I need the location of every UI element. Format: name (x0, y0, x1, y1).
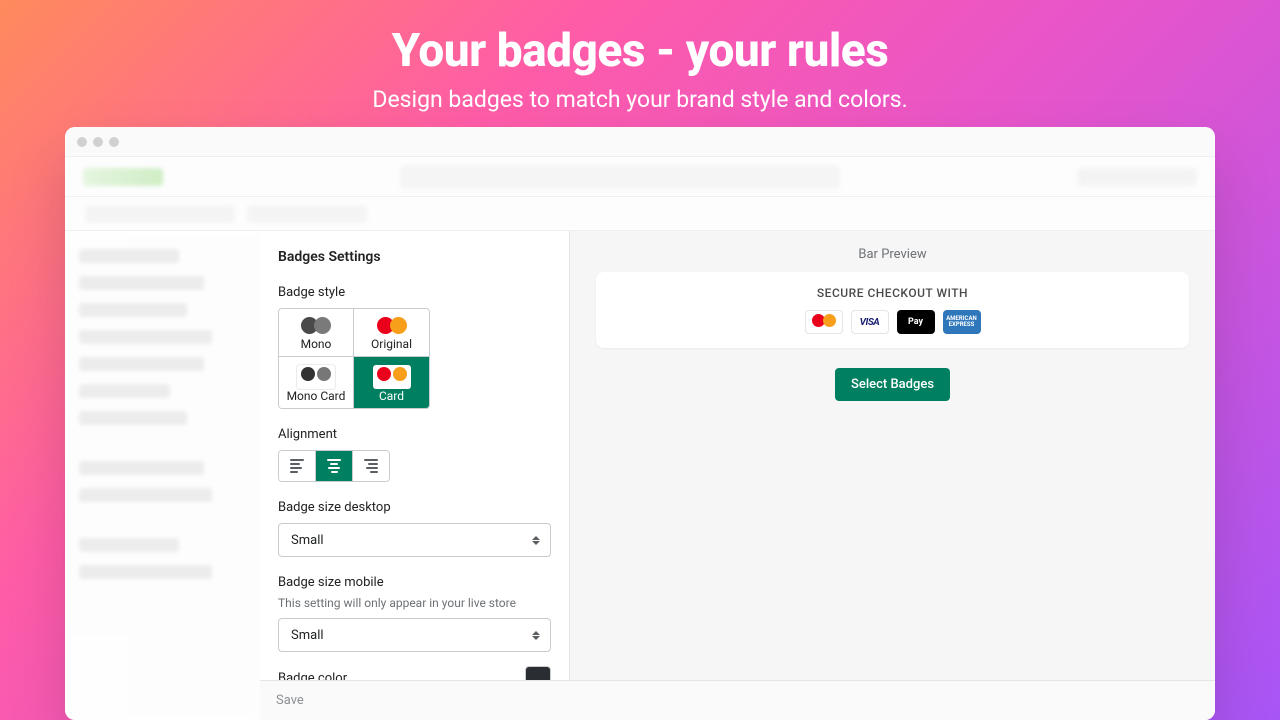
user-menu[interactable] (1077, 168, 1197, 186)
shop-logo (83, 168, 163, 186)
size-desktop-label: Badge size desktop (278, 500, 551, 515)
preview-label: Bar Preview (858, 247, 926, 262)
app-body: Badges Settings Badge style Mono Origina… (65, 231, 1215, 720)
style-option-original[interactable]: Original (354, 309, 429, 357)
align-right-button[interactable] (353, 451, 389, 481)
window-titlebar (65, 127, 1215, 157)
bottom-bar: Save (260, 680, 1215, 720)
settings-heading: Badges Settings (278, 249, 551, 265)
align-center-icon (327, 459, 341, 473)
preview-area: Bar Preview SECURE CHECKOUT WITH VISA Pa… (570, 231, 1215, 720)
admin-sidebar (65, 231, 260, 720)
window-zoom-icon[interactable] (109, 137, 119, 147)
style-label: Original (371, 337, 412, 351)
align-right-icon (364, 459, 378, 473)
align-center-button[interactable] (316, 451, 353, 481)
select-badges-button[interactable]: Select Badges (835, 368, 950, 401)
style-option-mono-card[interactable]: Mono Card (279, 357, 354, 408)
size-mobile-help: This setting will only appear in your li… (278, 596, 551, 610)
admin-topbar (65, 157, 1215, 197)
breadcrumb (247, 205, 367, 223)
style-label: Card (379, 389, 404, 403)
style-option-mono[interactable]: Mono (279, 309, 354, 357)
hero-header: Your badges - your rules Design badges t… (372, 0, 907, 127)
badge-row: VISA Pay AMERICAN EXPRESS (805, 310, 981, 334)
apple-pay-badge: Pay (897, 310, 935, 334)
search-input[interactable] (400, 165, 840, 189)
align-left-button[interactable] (279, 451, 316, 481)
amex-badge: AMERICAN EXPRESS (943, 310, 981, 334)
style-label: Mono (301, 337, 332, 351)
size-desktop-select[interactable]: Small (278, 523, 551, 557)
size-mobile-label: Badge size mobile (278, 575, 551, 590)
size-mobile-select[interactable]: Small (278, 618, 551, 652)
chevron-updown-icon (532, 631, 540, 640)
save-button[interactable]: Save (276, 693, 304, 708)
hero-subtitle: Design badges to match your brand style … (372, 86, 907, 113)
style-option-card[interactable]: Card (354, 357, 429, 408)
breadcrumb (85, 205, 235, 223)
breadcrumb-bar (65, 197, 1215, 231)
mastercard-badge (805, 310, 843, 334)
visa-badge: VISA (851, 310, 889, 334)
window-minimize-icon[interactable] (93, 137, 103, 147)
window-close-icon[interactable] (77, 137, 87, 147)
chevron-updown-icon (532, 536, 540, 545)
settings-panel: Badges Settings Badge style Mono Origina… (260, 231, 570, 720)
secure-checkout-text: SECURE CHECKOUT WITH (817, 286, 968, 300)
select-value: Small (291, 628, 324, 643)
alignment-label: Alignment (278, 427, 551, 442)
badge-style-grid: Mono Original Mono Card Card (278, 308, 430, 409)
style-label: Mono Card (287, 389, 346, 403)
badge-style-label: Badge style (278, 285, 551, 300)
alignment-group (278, 450, 390, 482)
preview-bar: SECURE CHECKOUT WITH VISA Pay AMERICAN E… (596, 272, 1189, 348)
hero-title: Your badges - your rules (372, 24, 907, 78)
align-left-icon (290, 459, 304, 473)
app-window: Badges Settings Badge style Mono Origina… (65, 127, 1215, 720)
main-content: Badges Settings Badge style Mono Origina… (260, 231, 1215, 720)
select-value: Small (291, 533, 324, 548)
